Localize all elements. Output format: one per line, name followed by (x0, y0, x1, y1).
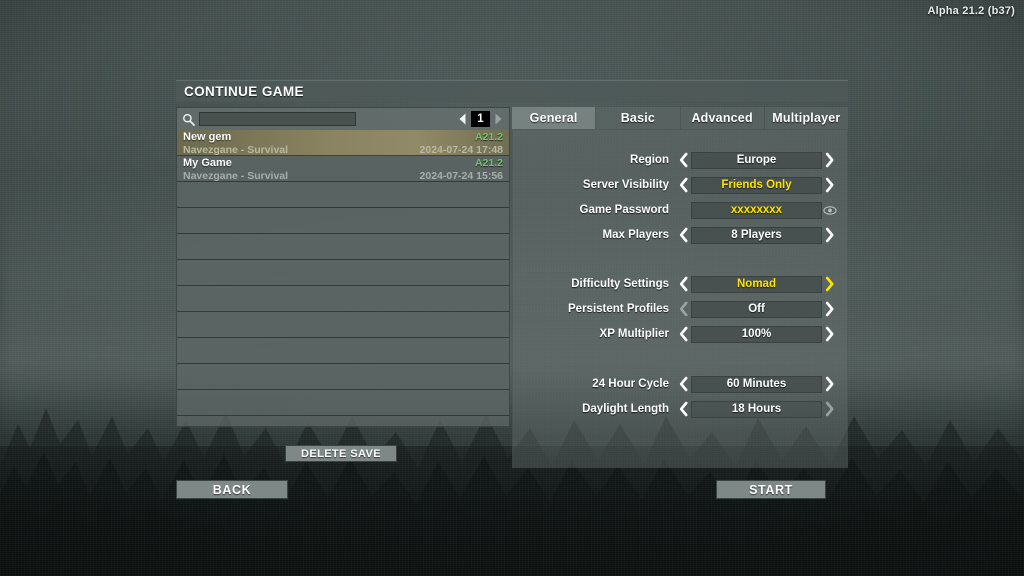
tab-basic[interactable]: Basic (596, 107, 680, 129)
stepper-right-arrow-icon[interactable] (823, 375, 837, 393)
eye-icon[interactable] (823, 201, 837, 219)
saves-panel: 1 New gem A21.2 Navezgane - Survival 2024-0… (176, 107, 510, 427)
save-list-empty-row (177, 234, 509, 260)
stepper-left-arrow-icon[interactable] (676, 176, 690, 194)
setting-row: Max Players 8 Players (513, 226, 849, 244)
tab-general[interactable]: General (512, 107, 596, 129)
stepper-right-arrow-icon[interactable] (823, 176, 837, 194)
setting-value-persistent-profiles[interactable]: Off (691, 300, 822, 318)
pagination-control: 1 (455, 111, 506, 127)
setting-label-xp-multiplier: XP Multiplier (599, 328, 669, 340)
save-list-empty-row (177, 260, 509, 286)
save-datetime: 2024-07-24 15:56 (419, 169, 503, 182)
setting-row: 24 Hour Cycle 60 Minutes (513, 375, 849, 393)
save-datetime: 2024-07-24 17:48 (419, 143, 503, 156)
pager-next-icon[interactable] (492, 111, 506, 127)
save-list-empty-row (177, 286, 509, 312)
stepper-left-arrow-icon[interactable] (676, 226, 690, 244)
setting-label-game-password: Game Password (579, 204, 669, 216)
save-list-empty-row (177, 390, 509, 416)
save-game-list[interactable]: New gem A21.2 Navezgane - Survival 2024-07-… (177, 130, 509, 428)
save-name: My Game (183, 156, 232, 169)
save-list-item[interactable]: New gem A21.2 Navezgane - Survival 2024-07-… (177, 130, 509, 156)
stepper-right-arrow-icon[interactable] (823, 275, 837, 293)
save-world: Navezgane - Survival (183, 169, 289, 182)
setting-label-difficulty-settings: Difficulty Settings (571, 278, 669, 290)
stepper-left-arrow-icon[interactable] (676, 375, 690, 393)
setting-row: Region Europe (513, 151, 849, 169)
setting-row: Difficulty Settings Nomad (513, 275, 849, 293)
save-list-empty-row (177, 338, 509, 364)
window-title-bar: CONTINUE GAME (176, 80, 848, 102)
save-list-empty-row (177, 364, 509, 390)
setting-row: XP Multiplier 100% (513, 325, 849, 343)
save-list-empty-row (177, 312, 509, 338)
setting-value-xp-multiplier[interactable]: 100% (691, 325, 822, 343)
setting-value-server-visibility[interactable]: Friends Only (691, 176, 822, 194)
tab-advanced[interactable]: Advanced (680, 107, 764, 129)
search-input[interactable] (199, 112, 356, 126)
save-version: A21.2 (474, 130, 503, 143)
tab-multiplayer[interactable]: Multiplayer (764, 107, 848, 129)
stepper-right-arrow-icon[interactable] (823, 226, 837, 244)
start-button[interactable]: START (716, 480, 826, 499)
setting-label-max-players: Max Players (602, 229, 670, 241)
setting-label-daylight-length: Daylight Length (582, 403, 669, 415)
setting-value-difficulty-settings[interactable]: Nomad (691, 275, 822, 293)
setting-row: Daylight Length 18 Hours (513, 400, 849, 418)
setting-label-server-visibility: Server Visibility (582, 179, 669, 191)
setting-row: Persistent Profiles Off (513, 300, 849, 318)
back-button[interactable]: BACK (176, 480, 288, 499)
stepper-left-arrow-icon[interactable] (676, 325, 690, 343)
setting-label-24-hour-cycle: 24 Hour Cycle (592, 378, 669, 390)
save-version: A21.2 (474, 156, 503, 169)
setting-value-max-players[interactable]: 8 Players (691, 226, 822, 244)
settings-tabs: General Basic Advanced Multiplayer (512, 107, 848, 129)
search-row: 1 (177, 108, 509, 130)
stepper-left-arrow-icon[interactable] (676, 275, 690, 293)
stepper-left-arrow-icon[interactable] (676, 300, 690, 318)
save-name: New gem (183, 130, 232, 143)
save-world: Navezgane - Survival (183, 143, 289, 156)
delete-save-button[interactable]: DELETE SAVE (285, 445, 397, 462)
stepper-right-arrow-icon[interactable] (823, 400, 837, 418)
stepper-left-arrow-icon[interactable] (676, 400, 690, 418)
stepper-right-arrow-icon[interactable] (823, 325, 837, 343)
setting-label-persistent-profiles: Persistent Profiles (568, 303, 669, 315)
setting-value-daylight-length[interactable]: 18 Hours (691, 400, 822, 418)
save-list-item[interactable]: My Game A21.2 Navezgane - Survival 2024-07-… (177, 156, 509, 182)
page-title: CONTINUE GAME (184, 84, 304, 99)
stepper-right-arrow-icon[interactable] (823, 151, 837, 169)
version-label: Alpha 21.2 (b37) (927, 5, 1015, 17)
pager-prev-icon[interactable] (455, 111, 469, 127)
setting-label-region: Region (630, 154, 669, 166)
stepper-left-arrow-icon[interactable] (676, 151, 690, 169)
search-icon (182, 113, 195, 126)
setting-value-24-hour-cycle[interactable]: 60 Minutes (691, 375, 822, 393)
save-list-empty-row (177, 208, 509, 234)
setting-row: Game Password xxxxxxxx (513, 201, 849, 219)
settings-panel: Region Europe Server Visibility Friends Onl… (512, 129, 848, 468)
setting-row: Server Visibility Friends Only (513, 176, 849, 194)
page-number: 1 (471, 111, 490, 127)
setting-value-region[interactable]: Europe (691, 151, 822, 169)
setting-value-game-password[interactable]: xxxxxxxx (691, 201, 822, 219)
save-list-empty-row (177, 182, 509, 208)
stepper-right-arrow-icon[interactable] (823, 300, 837, 318)
